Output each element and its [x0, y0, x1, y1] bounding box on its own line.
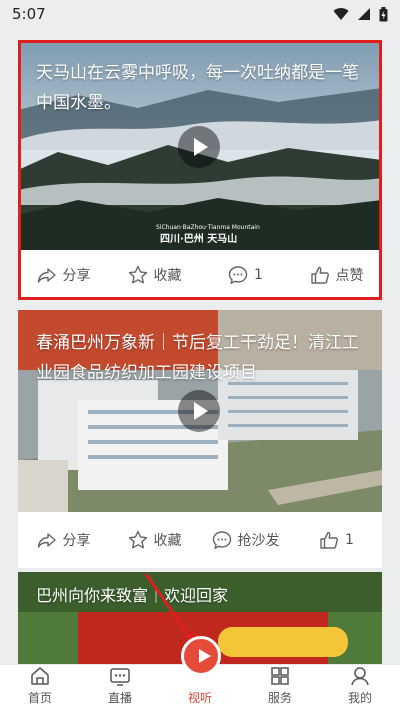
location-caption: 四川·巴州 天马山 [160, 234, 238, 245]
video-title: 春涌巴州万象新｜节后复工干劲足！清江工业园食品纺织加工园建设项目 [36, 333, 359, 383]
home-icon [31, 667, 49, 685]
signal-icon [358, 8, 370, 20]
comment-icon [212, 531, 231, 550]
tab-services[interactable]: 服务 [240, 665, 320, 711]
thumbs-up-icon [320, 531, 338, 549]
share-label: 分享 [62, 533, 91, 549]
comment-button[interactable]: 1 [200, 265, 291, 285]
favorite-button[interactable]: 收藏 [109, 265, 200, 285]
comment-label: 抢沙发 [237, 533, 280, 549]
tab-label: 直播 [107, 691, 132, 705]
feed-card[interactable]: 天马山在云雾中呼吸，每一次吐纳都是一笔中国水墨。 SiChuan·BaZhou·… [18, 40, 382, 300]
grid-icon [271, 667, 289, 685]
feed-card[interactable]: 春涌巴州万象新｜节后复工干劲足！清江工业园食品纺织加工园建设项目 分享 收藏 抢… [18, 310, 382, 568]
share-icon [37, 533, 56, 548]
video-thumbnail[interactable]: 春涌巴州万象新｜节后复工干劲足！清江工业园食品纺织加工园建设项目 [18, 310, 382, 512]
share-button[interactable]: 分享 [18, 530, 109, 550]
battery-icon [379, 6, 388, 21]
tab-home[interactable]: 首页 [0, 665, 80, 711]
action-bar: 分享 收藏 抢沙发 1 [18, 512, 382, 568]
thumbs-up-icon [310, 266, 329, 284]
status-time: 5:07 [12, 5, 46, 23]
video-title: 天马山在云雾中呼吸，每一次吐纳都是一笔中国水墨。 [36, 63, 359, 113]
profile-icon [351, 667, 369, 686]
like-button[interactable]: 1 [291, 530, 382, 550]
video-thumbnail[interactable]: 天马山在云雾中呼吸，每一次吐纳都是一笔中国水墨。 SiChuan·BaZhou·… [18, 40, 382, 250]
comment-icon [228, 266, 248, 285]
share-icon [37, 268, 56, 283]
like-count: 1 [345, 532, 354, 548]
play-button[interactable] [178, 126, 220, 168]
tab-label: 视听 [187, 691, 212, 705]
action-bar: 分享 收藏 1 点赞 [18, 250, 382, 300]
comment-count: 1 [254, 267, 263, 283]
like-label: 点赞 [335, 268, 364, 284]
play-button[interactable] [178, 390, 220, 432]
share-button[interactable]: 分享 [18, 265, 109, 285]
star-icon [128, 265, 147, 284]
tab-label: 首页 [27, 691, 52, 705]
tab-label: 我的 [347, 691, 372, 705]
status-bar: 5:07 [0, 0, 400, 28]
favorite-button[interactable]: 收藏 [109, 530, 200, 550]
favorite-label: 收藏 [153, 533, 182, 549]
live-icon [110, 668, 130, 686]
share-label: 分享 [62, 268, 91, 284]
tab-label: 服务 [267, 691, 292, 705]
favorite-label: 收藏 [153, 268, 182, 284]
star-icon [128, 530, 147, 549]
tab-live[interactable]: 直播 [80, 665, 160, 711]
status-icons [333, 6, 388, 22]
wifi-icon [333, 8, 349, 20]
comment-button[interactable]: 抢沙发 [200, 530, 291, 550]
play-icon[interactable] [181, 636, 221, 676]
like-button[interactable]: 点赞 [291, 265, 382, 285]
tab-profile[interactable]: 我的 [320, 665, 400, 711]
